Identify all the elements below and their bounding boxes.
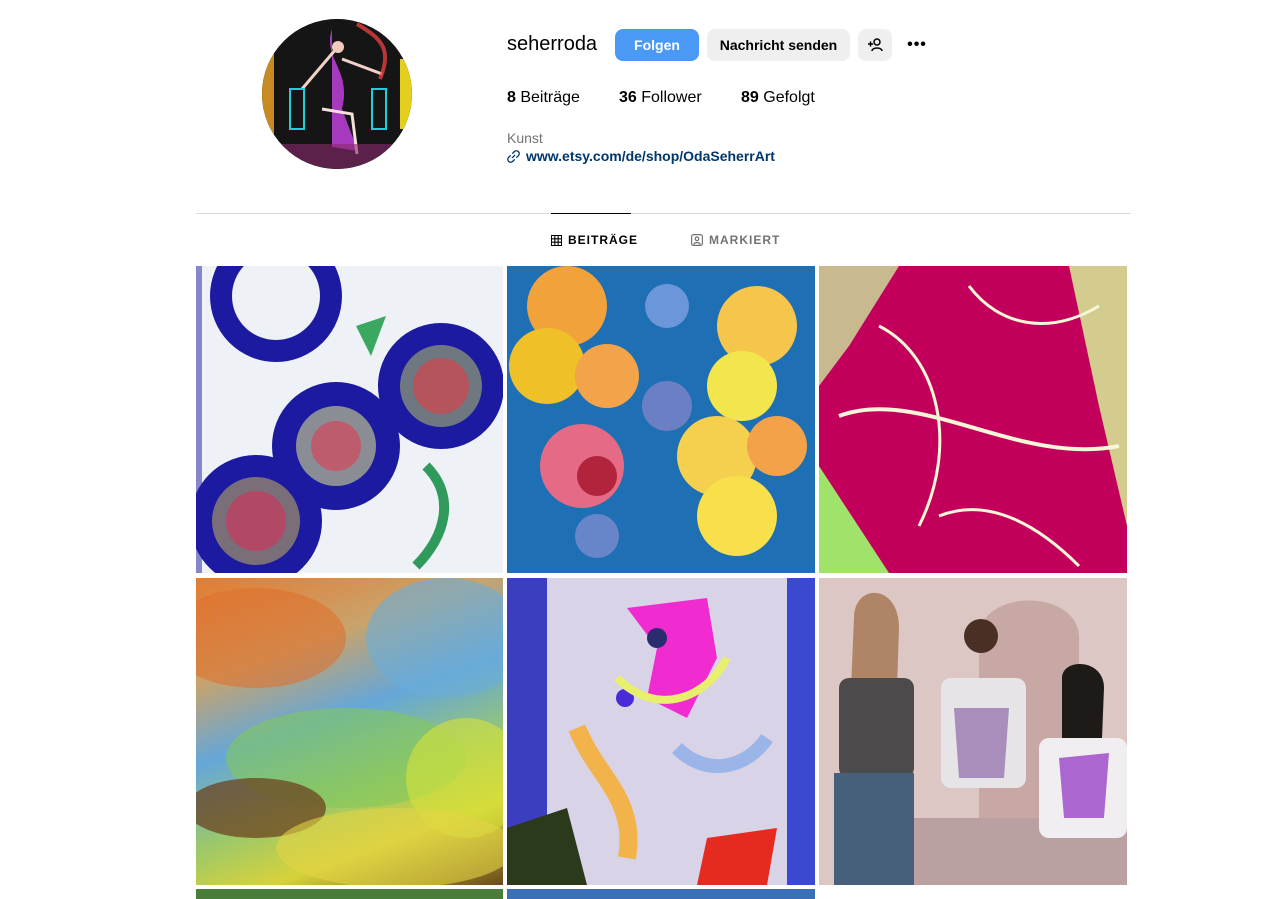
profile-username: seherroda [507,33,598,55]
dancer-artwork [262,19,412,169]
post-image [507,266,815,573]
grid-icon [551,234,562,246]
post-thumbnail[interactable] [507,889,815,899]
post-image [819,578,1127,885]
following-count: 89 [741,89,759,106]
post-thumbnail[interactable] [507,266,815,573]
post-image [196,578,503,885]
tab-tagged[interactable]: MARKIERT [691,233,780,247]
followers-label: Follower [641,89,702,106]
profile-category: Kunst [507,130,543,146]
post-thumbnail[interactable] [819,578,1127,885]
post-thumbnail[interactable] [196,889,503,899]
send-message-button[interactable]: Nachricht senden [707,29,850,61]
more-dots-icon: ••• [907,36,927,53]
profile-avatar[interactable] [262,19,412,169]
tab-posts[interactable]: BEITRÄGE [551,233,638,247]
post-image [819,266,1127,573]
tagged-person-icon [691,234,703,246]
follow-button[interactable]: Folgen [615,29,699,61]
posts-label: Beiträge [520,89,580,106]
following-label: Gefolgt [763,89,815,106]
post-image [196,266,503,573]
tab-posts-label: BEITRÄGE [568,233,639,247]
post-thumbnail[interactable] [507,578,815,885]
more-options-button[interactable]: ••• [900,29,934,61]
profile-link-text: www.etsy.com/de/shop/OdaSeherrArt [526,148,775,164]
post-thumbnail[interactable] [196,266,503,573]
post-image [507,578,815,885]
add-person-icon [868,38,883,52]
post-thumbnail[interactable] [196,578,503,885]
suggest-accounts-button[interactable] [858,29,892,61]
post-thumbnail[interactable] [819,266,1127,573]
active-tab-indicator [551,213,631,214]
tabs-divider [196,213,1131,214]
posts-count: 8 [507,89,516,106]
followers-count: 36 [619,89,637,106]
stat-posts: 8 Beiträge [507,89,580,107]
stat-following[interactable]: 89 Gefolgt [741,89,815,107]
link-icon [507,149,520,163]
profile-link[interactable]: www.etsy.com/de/shop/OdaSeherrArt [507,148,775,164]
tab-tagged-label: MARKIERT [709,233,781,247]
stat-followers[interactable]: 36 Follower [619,89,702,107]
